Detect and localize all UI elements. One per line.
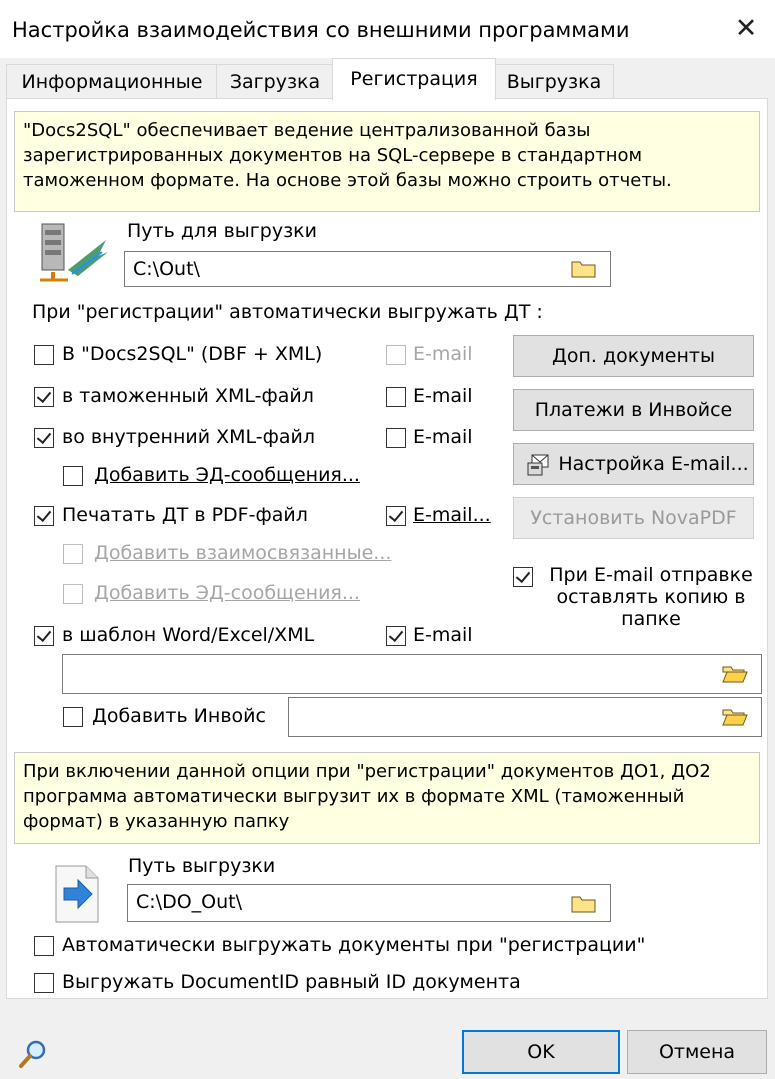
open-folder-icon-invoice[interactable] (722, 705, 748, 727)
customs-xml-email-label: E-mail (413, 385, 473, 407)
internal-xml-email-checkbox[interactable] (386, 428, 406, 448)
add-related-link[interactable]: Добавить взаимосвязанные... (94, 542, 391, 564)
template-email-checkbox[interactable] (386, 626, 406, 646)
do-export-path-input[interactable]: C:\DO_Out\ (127, 884, 611, 922)
print-pdf-checkbox[interactable] (34, 506, 54, 526)
email-settings-button[interactable]: Настройка E-mail... (513, 443, 754, 485)
add-invoice-checkbox[interactable] (63, 707, 83, 727)
print-pdf-email-link[interactable]: E-mail... (413, 504, 491, 526)
invoice-payments-button[interactable]: Платежи в Инвойсе (513, 389, 754, 431)
customs-xml-label: в таможенный XML-файл (62, 385, 314, 407)
internal-xml-label: во внутренний XML-файл (62, 426, 316, 448)
docs2sql-checkbox[interactable] (34, 345, 54, 365)
print-pdf-label: Печатать ДТ в PDF-файл (62, 504, 308, 526)
tab-informational[interactable]: Информационные (6, 64, 218, 99)
add-ed-messages-pdf-checkbox[interactable] (63, 584, 83, 604)
export-path-input[interactable]: C:\Out\ (124, 251, 611, 287)
docs2sql-info-note: "Docs2SQL" обеспечивает ведение централи… (14, 111, 760, 212)
add-ed-messages-link[interactable]: Добавить ЭД-сообщения... (94, 464, 360, 486)
do-export-info-note: При включении данной опции при "регистра… (14, 752, 760, 844)
keep-copy-label: При E-mail отправке оставлять копию в па… (549, 564, 753, 630)
install-novapdf-button[interactable]: Установить NovaPDF (513, 497, 754, 539)
extra-documents-button[interactable]: Доп. документы (513, 335, 754, 377)
tab-export[interactable]: Выгрузка (494, 64, 614, 99)
window-title: Настройка взаимодействия со внешними про… (12, 18, 630, 42)
folder-icon-do[interactable] (571, 892, 597, 914)
add-ed-messages-checkbox[interactable] (63, 466, 83, 486)
close-button[interactable]: ✕ (728, 14, 764, 44)
docs2sql-email-label: E-mail (413, 343, 473, 365)
folder-icon[interactable] (571, 257, 597, 279)
close-icon: ✕ (734, 13, 758, 44)
add-ed-messages-pdf-link[interactable]: Добавить ЭД-сообщения... (94, 582, 360, 604)
customs-xml-email-checkbox[interactable] (386, 387, 406, 407)
docs2sql-email-checkbox[interactable] (386, 345, 406, 365)
add-invoice-label: Добавить Инвойс (92, 705, 266, 727)
docs2sql-label: В "Docs2SQL" (DBF + XML) (62, 343, 323, 365)
document-id-label: Выгружать DocumentID равный ID документа (62, 971, 521, 993)
ok-button[interactable]: OK (462, 1030, 620, 1074)
magnifier-icon[interactable] (18, 1039, 48, 1069)
title-bar: Настройка взаимодействия со внешними про… (0, 0, 775, 58)
export-path-label: Путь для выгрузки (127, 220, 317, 242)
internal-xml-email-label: E-mail (413, 426, 473, 448)
customs-xml-checkbox[interactable] (34, 387, 54, 407)
auto-export-docs-checkbox[interactable] (34, 936, 54, 956)
template-path-input[interactable] (62, 654, 762, 694)
do-export-path-label: Путь выгрузки (128, 855, 276, 877)
tab-registration[interactable]: Регистрация (332, 58, 496, 100)
template-checkbox[interactable] (34, 626, 54, 646)
open-folder-icon[interactable] (722, 662, 748, 684)
keep-copy-checkbox[interactable] (513, 567, 533, 587)
email-settings-icon (527, 454, 549, 476)
add-related-checkbox[interactable] (63, 544, 83, 564)
internal-xml-checkbox[interactable] (34, 428, 54, 448)
invoice-path-input[interactable] (288, 697, 762, 737)
tab-import[interactable]: Загрузка (216, 64, 334, 99)
auto-export-docs-label: Автоматически выгружать документы при "р… (62, 934, 646, 956)
document-id-checkbox[interactable] (34, 973, 54, 993)
template-email-label: E-mail (413, 624, 473, 646)
print-pdf-email-checkbox[interactable] (386, 506, 406, 526)
server-network-icon (40, 223, 108, 282)
template-label: в шаблон Word/Excel/XML (62, 624, 315, 646)
cancel-button[interactable]: Отмена (627, 1030, 767, 1074)
document-export-icon (55, 865, 99, 923)
auto-export-label: При "регистрации" автоматически выгружат… (32, 301, 543, 323)
